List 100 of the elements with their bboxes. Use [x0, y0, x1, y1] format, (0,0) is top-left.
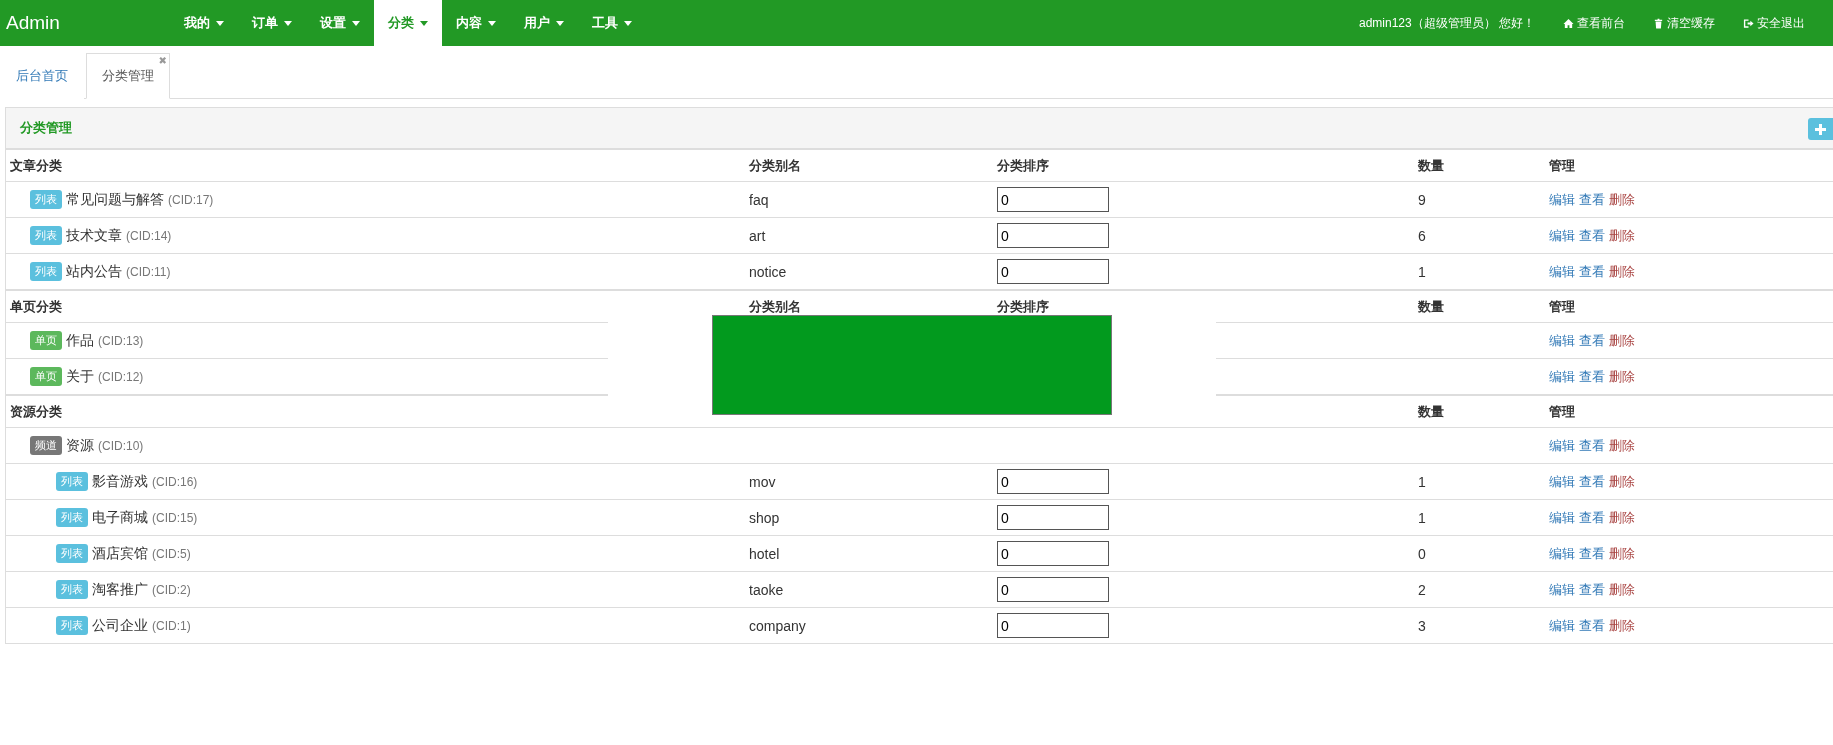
- sort-input[interactable]: 0: [997, 259, 1109, 284]
- home-icon: [1563, 17, 1574, 29]
- column-header: 管理: [1549, 298, 1575, 314]
- page-tab[interactable]: 分类管理 ✖: [86, 53, 170, 99]
- delete-link[interactable]: 删除: [1609, 508, 1635, 527]
- nav-menu[interactable]: 我的: [170, 0, 238, 46]
- sort-input[interactable]: 0: [997, 541, 1109, 566]
- edit-link[interactable]: 编辑: [1549, 190, 1575, 209]
- category-name: 作品: [66, 331, 94, 350]
- plus-icon: [1815, 123, 1826, 135]
- delete-link[interactable]: 删除: [1609, 436, 1635, 455]
- sort-input[interactable]: 0: [997, 505, 1109, 530]
- edit-link[interactable]: 编辑: [1549, 616, 1575, 635]
- sort-input[interactable]: 0: [997, 469, 1109, 494]
- column-header: 分类别名: [749, 298, 801, 314]
- category-name: 淘客推广: [92, 580, 148, 599]
- header-link[interactable]: 查看前台: [1563, 14, 1625, 32]
- alias-cell: hotel: [749, 545, 780, 562]
- header-link[interactable]: 清空缓存: [1653, 14, 1715, 32]
- alias-cell: shop: [749, 509, 780, 526]
- delete-link[interactable]: 删除: [1609, 616, 1635, 635]
- view-link[interactable]: 查看: [1579, 436, 1605, 455]
- edit-link[interactable]: 编辑: [1549, 544, 1575, 563]
- type-badge: 列表: [30, 262, 62, 281]
- edit-link[interactable]: 编辑: [1549, 262, 1575, 281]
- close-icon[interactable]: ✖: [158, 56, 167, 66]
- delete-link[interactable]: 删除: [1609, 226, 1635, 245]
- edit-link[interactable]: 编辑: [1549, 367, 1575, 386]
- sort-input[interactable]: 0: [997, 613, 1109, 638]
- view-link[interactable]: 查看: [1579, 331, 1605, 350]
- trash-icon: [1653, 17, 1664, 29]
- delete-link[interactable]: 删除: [1609, 331, 1635, 350]
- category-id: (CID:1): [152, 618, 191, 633]
- view-link[interactable]: 查看: [1579, 190, 1605, 209]
- caret-icon: [352, 20, 360, 26]
- type-badge: 频道: [30, 436, 62, 455]
- edit-link[interactable]: 编辑: [1549, 580, 1575, 599]
- nav-menu[interactable]: 用户: [510, 0, 578, 46]
- delete-link[interactable]: 删除: [1609, 367, 1635, 386]
- category-name: 资源: [66, 436, 94, 455]
- count-cell: 0: [1418, 545, 1426, 562]
- delete-link[interactable]: 删除: [1609, 472, 1635, 491]
- category-name: 电子商城: [92, 508, 148, 527]
- header-link[interactable]: 安全退出: [1743, 14, 1805, 32]
- edit-link[interactable]: 编辑: [1549, 331, 1575, 350]
- count-cell: 1: [1418, 263, 1426, 280]
- view-link[interactable]: 查看: [1579, 472, 1605, 491]
- view-link[interactable]: 查看: [1579, 580, 1605, 599]
- count-cell: 6: [1418, 227, 1426, 244]
- alias-cell: taoke: [749, 581, 784, 598]
- user-greeting: admin123（超级管理员） 您好！: [1358, 14, 1535, 32]
- group-header: 资源分类: [9, 402, 63, 421]
- view-link[interactable]: 查看: [1579, 262, 1605, 281]
- alias-cell: faq: [749, 191, 769, 208]
- category-id: (CID:2): [152, 582, 191, 597]
- view-link[interactable]: 查看: [1579, 226, 1605, 245]
- delete-link[interactable]: 删除: [1609, 544, 1635, 563]
- add-button[interactable]: [1808, 118, 1833, 140]
- type-badge: 单页: [30, 367, 62, 386]
- alias-cell: art: [749, 227, 766, 244]
- delete-link[interactable]: 删除: [1609, 262, 1635, 281]
- category-name: 关于: [66, 367, 94, 386]
- nav-menu[interactable]: 工具: [578, 0, 646, 46]
- edit-link[interactable]: 编辑: [1549, 436, 1575, 455]
- nav-menu[interactable]: 分类: [374, 0, 442, 46]
- edit-link[interactable]: 编辑: [1549, 226, 1575, 245]
- column-header: 分类排序: [997, 298, 1049, 314]
- category-name: 酒店宾馆: [92, 544, 148, 563]
- view-link[interactable]: 查看: [1579, 367, 1605, 386]
- column-header: 数量: [1418, 403, 1444, 419]
- delete-link[interactable]: 删除: [1609, 190, 1635, 209]
- group-header: 文章分类: [9, 156, 63, 175]
- view-link[interactable]: 查看: [1579, 508, 1605, 527]
- category-id: (CID:14): [126, 228, 172, 243]
- view-link[interactable]: 查看: [1579, 544, 1605, 563]
- type-badge: 列表: [56, 508, 88, 527]
- type-badge: 列表: [56, 616, 88, 635]
- edit-link[interactable]: 编辑: [1549, 472, 1575, 491]
- sort-input[interactable]: 0: [997, 577, 1109, 602]
- column-header: 管理: [1549, 403, 1575, 419]
- category-name: 技术文章: [66, 226, 122, 245]
- count-cell: 9: [1418, 191, 1426, 208]
- type-badge: 列表: [56, 544, 88, 563]
- column-header: 数量: [1418, 298, 1444, 314]
- category-id: (CID:5): [152, 546, 191, 561]
- sort-input[interactable]: 0: [997, 187, 1109, 212]
- category-name: 站内公告: [66, 262, 122, 281]
- nav-menu[interactable]: 内容: [442, 0, 510, 46]
- view-link[interactable]: 查看: [1579, 616, 1605, 635]
- caret-icon: [624, 20, 632, 26]
- category-name: 影音游戏: [92, 472, 148, 491]
- panel-title: 分类管理: [20, 119, 72, 137]
- delete-link[interactable]: 删除: [1609, 580, 1635, 599]
- nav-menu[interactable]: 设置: [306, 0, 374, 46]
- brand-logo[interactable]: Admin: [0, 0, 170, 46]
- nav-menu[interactable]: 订单: [238, 0, 306, 46]
- category-id: (CID:13): [98, 333, 144, 348]
- caret-icon: [216, 20, 224, 26]
- edit-link[interactable]: 编辑: [1549, 508, 1575, 527]
- sort-input[interactable]: 0: [997, 223, 1109, 248]
